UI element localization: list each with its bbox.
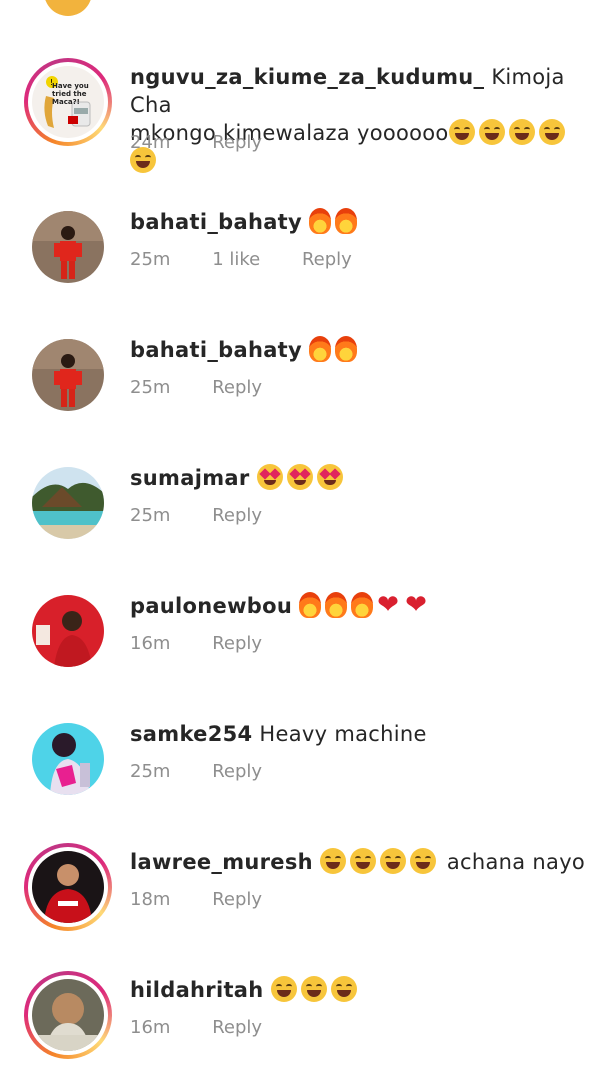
comment-username[interactable]: bahati_bahaty: [130, 210, 302, 234]
reply-button[interactable]: Reply: [212, 376, 262, 400]
emoji-group: [256, 464, 347, 490]
fire-emoji-icon: [335, 208, 357, 234]
comment-text: hildahritah: [130, 976, 593, 1004]
laughing-emoji-icon: [349, 848, 376, 874]
laughing-emoji-icon: [270, 976, 297, 1002]
partial-avatar-previous-comment[interactable]: [44, 0, 92, 16]
comment-message: Heavy machine: [259, 722, 427, 746]
heart-eyes-emoji-icon: [256, 464, 283, 490]
avatar[interactable]: [24, 971, 112, 1059]
avatar[interactable]: [24, 843, 112, 931]
comment-username[interactable]: sumajmar: [130, 466, 250, 490]
reply-button[interactable]: Reply: [212, 1016, 262, 1040]
emoji-group: [309, 208, 361, 234]
comment-text: bahati_bahaty: [130, 336, 593, 364]
red-heart-emoji-icon: [405, 593, 429, 617]
comment-meta: 25m 1 like Reply: [130, 248, 388, 272]
comment-text: lawree_muresh achana nayo: [130, 848, 593, 876]
avatar[interactable]: [32, 467, 104, 539]
heart-eyes-emoji-icon: [316, 464, 343, 490]
comment-meta: 18m Reply: [130, 888, 298, 912]
laughing-emoji-icon: [379, 848, 406, 874]
fire-emoji-icon: [309, 208, 331, 234]
comment-text: nguvu_za_kiume_za_kudumu_ Kimoja Cha mko…: [130, 63, 593, 175]
comment-time: 25m: [130, 505, 171, 526]
laughing-emoji-icon: [538, 119, 565, 145]
comment-message: achana nayo: [446, 850, 586, 874]
emoji-group: [270, 976, 361, 1002]
comment-username[interactable]: hildahritah: [130, 978, 264, 1002]
avatar-image: [32, 595, 104, 667]
laughing-emoji-icon: [300, 976, 327, 1002]
comment-time: 25m: [130, 761, 171, 782]
comment-time: 25m: [130, 377, 171, 398]
laughing-emoji-icon: [448, 119, 475, 145]
comment-username[interactable]: nguvu_za_kiume_za_kudumu_: [130, 65, 484, 89]
comment-username[interactable]: lawree_muresh: [130, 850, 313, 874]
reply-button[interactable]: Reply: [212, 504, 262, 528]
reply-button[interactable]: Reply: [212, 131, 262, 155]
avatar-image: [32, 723, 104, 795]
comment-meta: 25m Reply: [130, 504, 298, 528]
reply-button[interactable]: Reply: [212, 888, 262, 912]
fire-emoji-icon: [299, 592, 322, 618]
avatar-image: [32, 851, 104, 923]
reply-button[interactable]: Reply: [212, 632, 262, 656]
comment-meta: 25m Reply: [130, 760, 298, 784]
laughing-emoji-icon: [330, 976, 357, 1002]
fire-emoji-icon: [351, 592, 374, 618]
comment-time: 18m: [130, 889, 171, 910]
laughing-emoji-icon: [409, 848, 436, 874]
avatar-image: [32, 979, 104, 1051]
avatar[interactable]: [32, 723, 104, 795]
like-count[interactable]: 1 like: [212, 248, 260, 272]
avatar-caption: Have you tried the Maca?!: [52, 82, 89, 106]
laughing-emoji-icon: [508, 119, 535, 145]
avatar-image: [32, 211, 104, 283]
red-heart-emoji-icon: [377, 593, 401, 617]
reply-button[interactable]: Reply: [212, 760, 262, 784]
comment-text: samke254 Heavy machine: [130, 720, 593, 748]
comment-text: paulonewbou: [130, 592, 593, 620]
comment-text: sumajmar: [130, 464, 593, 492]
emoji-group: [309, 336, 361, 362]
comment-time: 24m: [130, 132, 171, 153]
comment-time: 25m: [130, 249, 171, 270]
comment-meta: 24m Reply: [130, 131, 298, 155]
fire-emoji-icon: [335, 336, 357, 362]
avatar[interactable]: [32, 339, 104, 411]
laughing-emoji-icon: [319, 848, 346, 874]
fire-emoji-icon: [309, 336, 331, 362]
fire-emoji-icon: [325, 592, 348, 618]
comment-username[interactable]: samke254: [130, 722, 252, 746]
comment-meta: 25m Reply: [130, 376, 298, 400]
heart-eyes-emoji-icon: [286, 464, 313, 490]
comment-meta: 16m Reply: [130, 1016, 298, 1040]
avatar-image: [32, 339, 104, 411]
comment-username[interactable]: bahati_bahaty: [130, 338, 302, 362]
avatar[interactable]: [32, 595, 104, 667]
comment-meta: 16m Reply: [130, 632, 298, 656]
avatar[interactable]: [32, 211, 104, 283]
avatar-image: [32, 467, 104, 539]
emoji-group: [299, 592, 433, 618]
comment-time: 16m: [130, 1017, 171, 1038]
reply-button[interactable]: Reply: [302, 248, 352, 272]
comment-time: 16m: [130, 633, 171, 654]
comment-username[interactable]: paulonewbou: [130, 594, 292, 618]
laughing-emoji-icon: [478, 119, 505, 145]
emoji-group: [319, 848, 440, 874]
comment-text: bahati_bahaty: [130, 208, 593, 236]
